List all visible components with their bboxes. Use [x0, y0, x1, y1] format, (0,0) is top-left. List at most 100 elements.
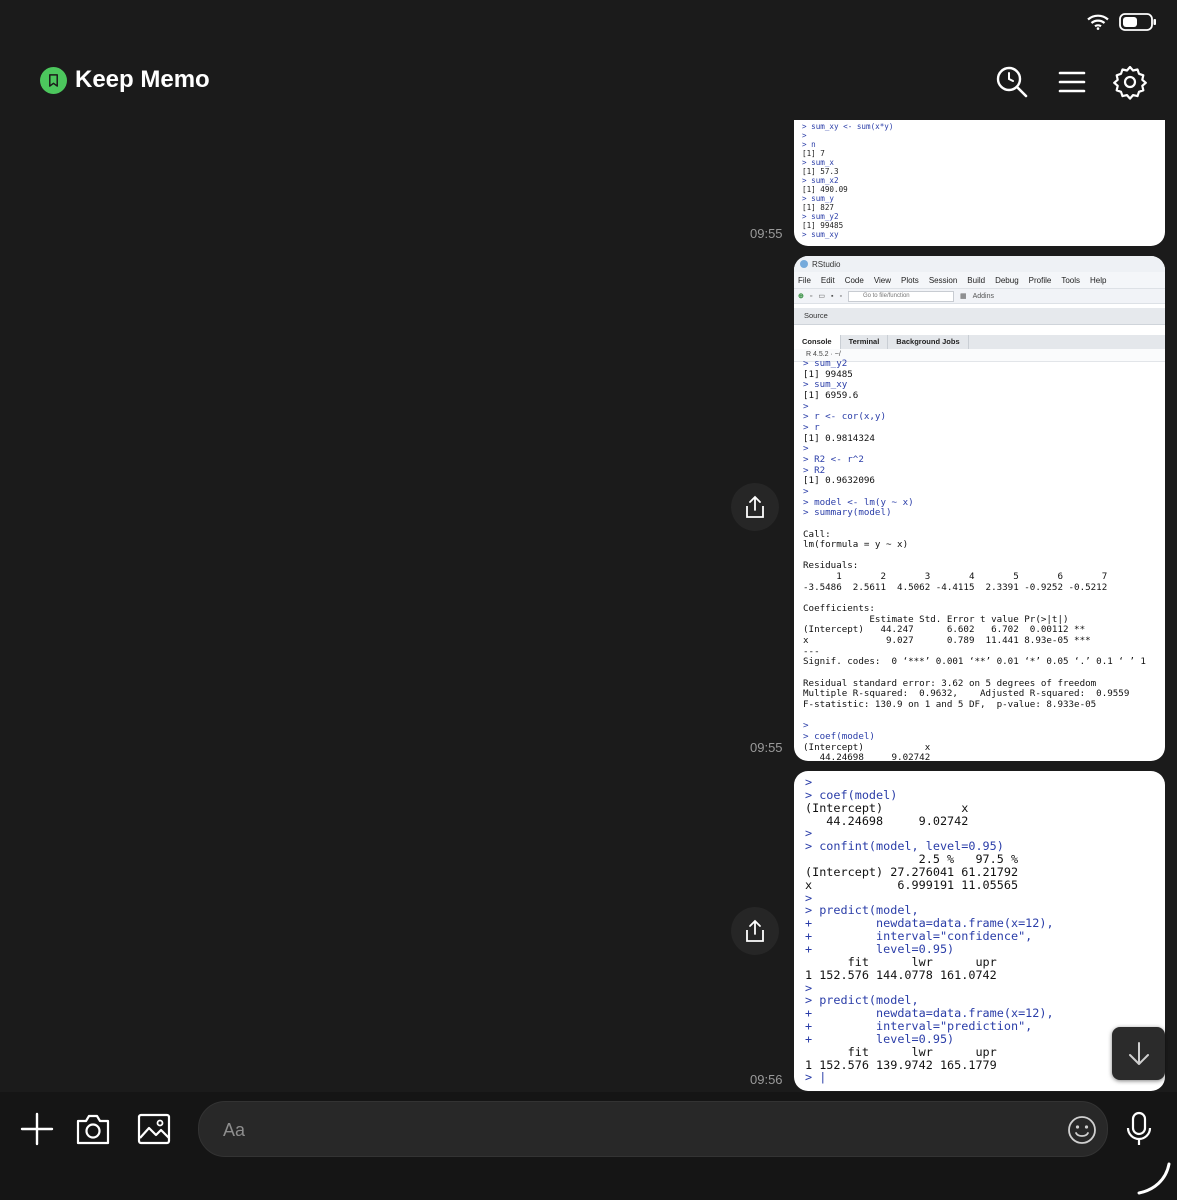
goto-file-input: Go to file/function [847, 290, 954, 302]
message-input-container [198, 1101, 1108, 1158]
tab-console: Console [794, 335, 841, 349]
menu-item-edit: Edit [820, 275, 835, 285]
message-image-2[interactable]: RStudio File Edit Code View Plots Session Buil… [794, 256, 1165, 761]
rstudio-titlebar: RStudio [794, 256, 1165, 272]
open-folder-icon: ▭ [818, 293, 825, 300]
console-line: [1] 99485 [802, 221, 844, 230]
console-line: (Intercept) x [805, 800, 969, 815]
console-line: [1] 827 [802, 203, 835, 212]
console-line: fit lwr upr [805, 1044, 997, 1059]
console-line: 1 152.576 144.0778 161.0742 [805, 967, 997, 982]
message-time: 09:55 [750, 226, 783, 241]
console-line: > sum_y2 [803, 358, 848, 369]
rstudio-logo-icon [800, 260, 808, 268]
save-icon: ▪ [830, 292, 834, 300]
message-time: 09:56 [750, 1072, 783, 1087]
console-tabs: Console Terminal Background Jobs [794, 335, 1165, 349]
window-title: RStudio [812, 259, 841, 269]
console-line: > sum_x [802, 158, 835, 167]
menu-item-tools: Tools [1061, 275, 1081, 285]
console-line: lm(formula = y ~ x) [803, 539, 909, 551]
tab-background-jobs: Background Jobs [888, 335, 969, 349]
console-line: fit lwr upr [805, 954, 997, 969]
menu-item-file: File [798, 275, 811, 285]
console-line: > sum_y [802, 194, 835, 203]
grid-icon: ▦ [959, 293, 967, 300]
battery-icon [1119, 12, 1157, 36]
open-project-icon: ▫ [809, 292, 813, 300]
wifi-icon [1087, 14, 1109, 34]
console-line: > R2 <- r^2 [803, 453, 864, 465]
brand: Keep Memo [40, 66, 210, 94]
console-line: > sum_xy <- sum(x*y) [802, 122, 894, 131]
console-line: > r <- cor(x,y) [803, 411, 886, 423]
console-line: > [805, 775, 813, 789]
console-output: > sum_xy <- sum(x*y) > > n [1] 7 > sum_x [1] … [802, 122, 893, 239]
menu-item-profile: Profile [1028, 275, 1052, 285]
arrow-down-icon [1128, 1041, 1149, 1065]
message-time: 09:55 [750, 740, 783, 755]
console-line: [1] 6959.6 [803, 389, 859, 401]
console-line: [1] 0.9632096 [803, 475, 875, 487]
console-line: Signif. codes: 0 ‘***’ 0.001 ‘**’ 0.01 ‘… [803, 656, 1146, 668]
share-button[interactable] [731, 483, 779, 531]
console-line: 2.5 % 97.5 % [805, 852, 1019, 867]
rstudio-toolbar: ⊕ ▫ ▭ ▪ ▫ Go to file/function ▦ Addins [794, 288, 1165, 304]
menu-item-plots: Plots [901, 275, 919, 285]
console-line: > coef(model) [805, 787, 898, 802]
plus-icon[interactable] [18, 1110, 56, 1148]
console-line: x 6.999191 11.05565 [805, 877, 1019, 892]
tab-terminal: Terminal [841, 335, 889, 349]
console-line: + level=0.95) [805, 1031, 955, 1046]
console-line: > r [803, 421, 820, 433]
app-header: Keep Memo [0, 0, 1177, 120]
console-line: x 9.027 0.789 11.441 8.93e-05 *** [803, 635, 1091, 647]
console-line: 44.24698 9.02742 [805, 813, 969, 828]
menu-item-code: Code [844, 275, 864, 285]
rstudio-menubar: File Edit Code View Plots Session Build Debug Pr… [794, 272, 1165, 288]
console-line: 1 152.576 139.9742 165.1779 [805, 1057, 997, 1072]
menu-item-view: View [873, 275, 892, 285]
menu-item-help: Help [1090, 275, 1107, 285]
console-line: > n [802, 140, 816, 149]
microphone-icon[interactable] [1120, 1110, 1158, 1148]
console-line: [1] 0.9814324 [803, 432, 875, 444]
gear-icon[interactable] [1112, 64, 1148, 100]
console-line: (Intercept) 27.276041 61.21792 [805, 864, 1019, 879]
new-file-icon: ⊕ [798, 293, 804, 300]
console-line: + level=0.95) [805, 941, 955, 956]
console-line: [1] 490.09 [802, 185, 848, 194]
message-input[interactable] [221, 1102, 1045, 1158]
console-line: [1] 99485 [803, 368, 853, 380]
console-line: [1] 57.3 [802, 167, 839, 176]
camera-icon[interactable] [74, 1110, 112, 1148]
emoji-icon[interactable] [1067, 1115, 1097, 1149]
console-line: > | [805, 1070, 827, 1085]
console-output: > sum_y2 [1] 99485 > sum_xy [1] 6959.6 > > r … [803, 358, 1146, 761]
share-icon [746, 919, 764, 942]
console-output: > > coef(model) (Intercept) x 44.24698 9.0… [805, 776, 1054, 1084]
menu-icon[interactable] [1054, 64, 1090, 100]
console-line: F-statistic: 130.9 on 1 and 5 DF, p-valu… [803, 699, 1097, 710]
image-icon[interactable] [135, 1110, 173, 1148]
console-line: > summary(model) [803, 507, 892, 519]
search-icon[interactable] [994, 64, 1030, 100]
source-pane-header: Source [794, 308, 1165, 325]
scroll-to-bottom-button[interactable] [1112, 1027, 1165, 1080]
console-line: 44.24698 9.02742 [803, 752, 931, 761]
menu-item-build: Build [967, 275, 986, 285]
message-image-3[interactable]: > > coef(model) (Intercept) x 44.24698 9.0… [794, 771, 1165, 1091]
console-line: > [802, 131, 807, 140]
print-icon: ▫ [839, 292, 842, 300]
console-line: > [803, 485, 809, 497]
page-title: Keep Memo [75, 66, 210, 93]
menu-item-session: Session [928, 275, 958, 285]
share-icon [746, 495, 764, 518]
console-line: + interval="prediction", [805, 1019, 1033, 1034]
share-button[interactable] [731, 907, 779, 955]
console-line: > sum_x2 [802, 176, 839, 185]
home-indicator-icon [1136, 1160, 1172, 1200]
bookmark-icon [40, 66, 67, 94]
